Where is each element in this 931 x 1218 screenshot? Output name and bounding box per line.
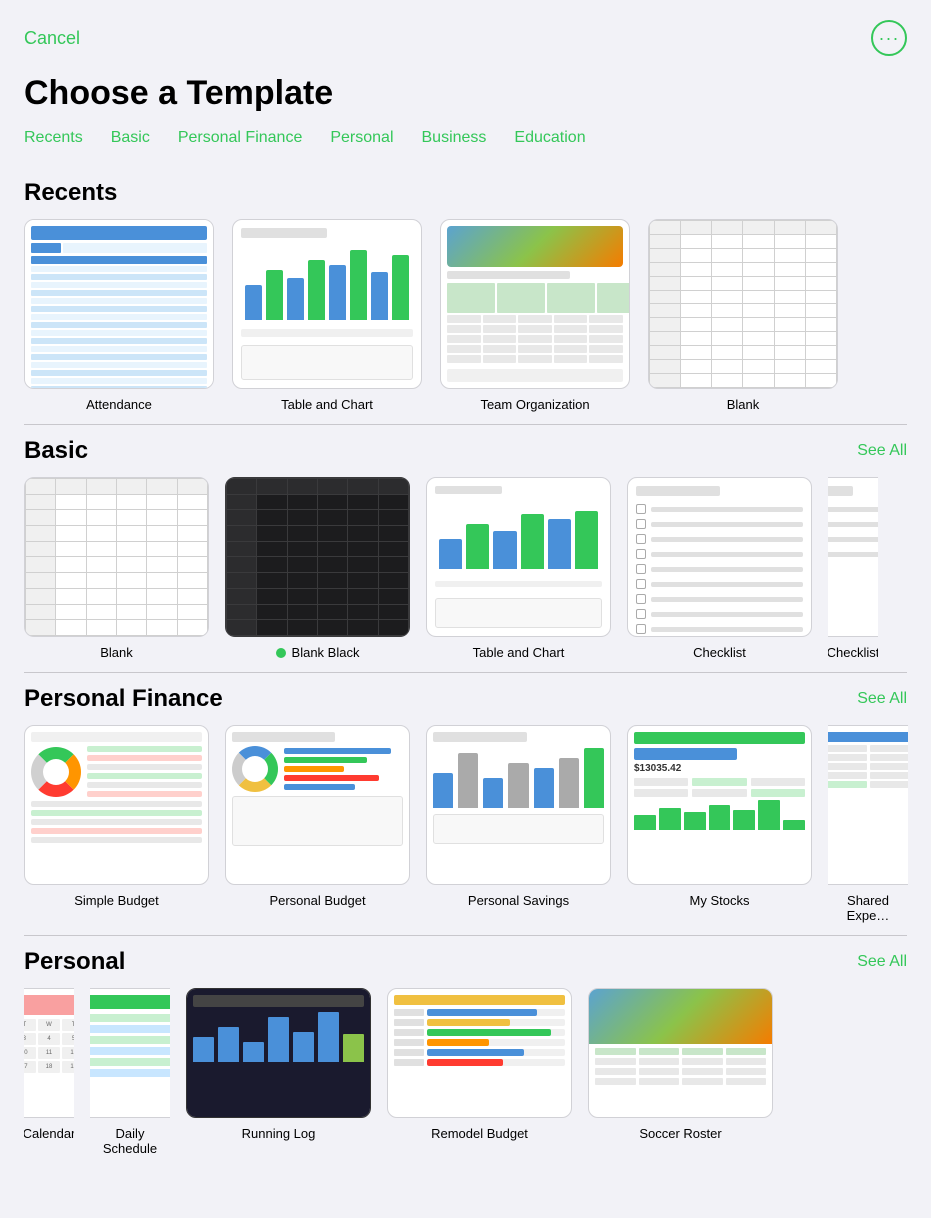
tab-personal[interactable]: Personal [330, 125, 393, 151]
template-personal-savings[interactable]: Personal Savings [426, 725, 611, 923]
template-soccer-roster[interactable]: Soccer Roster [588, 988, 773, 1156]
shared-expenses-thumbnail [828, 725, 908, 885]
page-title: Choose a Template [0, 66, 931, 125]
recents-templates-row: Attendance [0, 219, 931, 424]
recents-section-header: Recents [0, 167, 931, 219]
blank-recent-thumbnail [648, 219, 838, 389]
table-chart-label: Table and Chart [281, 397, 373, 412]
template-shared-expenses[interactable]: Shared Expe… [828, 725, 908, 923]
checklist-label: Checklist [693, 645, 746, 660]
personal-title: Personal [24, 948, 125, 976]
tab-education[interactable]: Education [514, 125, 585, 151]
basic-templates-row: Blank [0, 477, 931, 672]
basic-section-header: Basic See All [0, 425, 931, 477]
team-org-thumbnail [440, 219, 630, 389]
simple-budget-thumbnail [24, 725, 209, 885]
nav-tabs: Recents Basic Personal Finance Personal … [0, 125, 931, 167]
table-chart-thumbnail [232, 219, 422, 389]
table-chart-basic-thumbnail [426, 477, 611, 637]
personal-see-all[interactable]: See All [857, 953, 907, 971]
personal-templates-row: SMTWTFS 1234567 891011121314 15161718192… [0, 988, 931, 1168]
template-checklist[interactable]: Checklist [627, 477, 812, 660]
header: Cancel ··· [0, 0, 931, 66]
recents-title: Recents [24, 179, 117, 207]
soccer-roster-label: Soccer Roster [639, 1126, 721, 1141]
calendar-thumbnail: SMTWTFS 1234567 891011121314 15161718192… [24, 988, 74, 1118]
template-blank-black[interactable]: Blank Black [225, 477, 410, 660]
personal-savings-thumbnail [426, 725, 611, 885]
personal-finance-see-all[interactable]: See All [857, 690, 907, 708]
personal-section-header: Personal See All [0, 936, 931, 988]
template-calendar[interactable]: SMTWTFS 1234567 891011121314 15161718192… [24, 988, 74, 1156]
template-blank-recent[interactable]: Blank [648, 219, 838, 412]
template-team-org[interactable]: Team Organization [440, 219, 630, 412]
template-simple-budget[interactable]: Simple Budget [24, 725, 209, 923]
personal-section: Personal See All SMTWTFS 1234567 8910111… [0, 936, 931, 1168]
running-log-thumbnail [186, 988, 371, 1118]
my-stocks-thumbnail: $13035.42 [627, 725, 812, 885]
basic-see-all[interactable]: See All [857, 442, 907, 460]
template-attendance[interactable]: Attendance [24, 219, 214, 412]
template-table-chart-recent[interactable]: Table and Chart [232, 219, 422, 412]
template-checklist-2[interactable]: Checklist [828, 477, 878, 660]
remodel-budget-thumbnail [387, 988, 572, 1118]
remodel-budget-label: Remodel Budget [431, 1126, 528, 1141]
blank-black-label: Blank Black [292, 645, 360, 660]
tab-basic[interactable]: Basic [111, 125, 150, 151]
personal-finance-section: Personal Finance See All [0, 673, 931, 935]
shared-expenses-label: Shared Expe… [828, 893, 908, 923]
template-daily-schedule[interactable]: Daily Schedule [90, 988, 170, 1156]
tab-business[interactable]: Business [422, 125, 487, 151]
soccer-roster-thumbnail [588, 988, 773, 1118]
template-my-stocks[interactable]: $13035.42 [627, 725, 812, 923]
personal-savings-label: Personal Savings [468, 893, 569, 908]
simple-budget-label: Simple Budget [74, 893, 159, 908]
cancel-button[interactable]: Cancel [24, 28, 80, 49]
template-personal-budget[interactable]: Personal Budget [225, 725, 410, 923]
personal-finance-title: Personal Finance [24, 685, 223, 713]
personal-finance-section-header: Personal Finance See All [0, 673, 931, 725]
personal-budget-label: Personal Budget [269, 893, 365, 908]
template-running-log[interactable]: Running Log [186, 988, 371, 1156]
finance-templates-row: Simple Budget [0, 725, 931, 935]
blank-basic-thumbnail [24, 477, 209, 637]
attendance-thumbnail [24, 219, 214, 389]
tab-personal-finance[interactable]: Personal Finance [178, 125, 303, 151]
blank-recent-label: Blank [727, 397, 760, 412]
team-org-label: Team Organization [480, 397, 589, 412]
table-chart-basic-label: Table and Chart [473, 645, 565, 660]
daily-schedule-label: Daily Schedule [90, 1126, 170, 1156]
template-blank-basic[interactable]: Blank [24, 477, 209, 660]
more-options-button[interactable]: ··· [871, 20, 907, 56]
blank-black-dot [276, 648, 286, 658]
basic-title: Basic [24, 437, 88, 465]
my-stocks-label: My Stocks [690, 893, 750, 908]
checklist-2-label: Checklist [828, 645, 878, 660]
blank-basic-label: Blank [100, 645, 133, 660]
tab-recents[interactable]: Recents [24, 125, 83, 151]
daily-schedule-thumbnail [90, 988, 170, 1118]
template-table-chart-basic[interactable]: Table and Chart [426, 477, 611, 660]
checklist-2-thumbnail [828, 477, 878, 637]
running-log-label: Running Log [242, 1126, 316, 1141]
blank-black-thumbnail [225, 477, 410, 637]
template-remodel-budget[interactable]: Remodel Budget [387, 988, 572, 1156]
recents-section: Recents [0, 167, 931, 424]
personal-budget-thumbnail [225, 725, 410, 885]
basic-section: Basic See All [0, 425, 931, 672]
checklist-thumbnail [627, 477, 812, 637]
calendar-label: Calendar [24, 1126, 74, 1141]
attendance-label: Attendance [86, 397, 152, 412]
